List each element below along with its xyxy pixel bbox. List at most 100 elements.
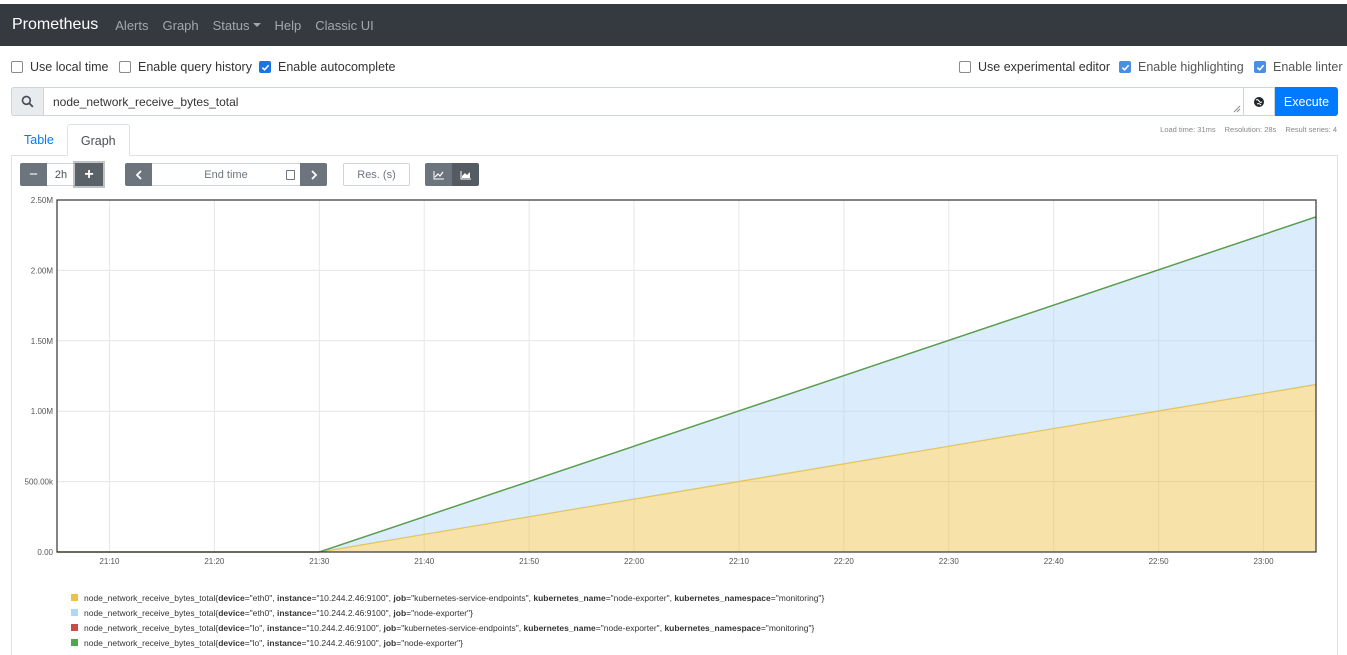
legend-label-value: "kubernetes-service-endpoints" [411,592,529,603]
graph-legend: node_network_receive_bytes_total{device=… [71,590,824,650]
x-tick-label: 22:40 [1044,557,1065,566]
legend-item[interactable]: node_network_receive_bytes_total{device=… [71,620,824,635]
search-icon [11,87,43,116]
legend-label-key: instance [267,637,302,648]
x-tick-label: 21:20 [204,557,225,566]
legend-label-key: instance [276,607,312,618]
range-input[interactable]: 2h [47,163,75,186]
previous-time-button[interactable] [125,163,152,186]
legend-metric-name: node_network_receive_bytes_total [84,622,216,633]
legend-label-value: "10.244.2.46:9100" [316,592,389,603]
next-time-button[interactable] [300,163,327,186]
enable-query-history-label: Enable query history [138,60,252,74]
calendar-icon[interactable] [286,170,295,180]
resolution-input[interactable]: Res. (s) [343,163,410,186]
y-tick-label: 500.00k [25,478,54,487]
x-tick-label: 21:40 [414,557,435,566]
stacked-button[interactable] [452,163,479,186]
legend-label-key: device [218,637,245,648]
legend-label-key: job [383,622,397,633]
enable-query-history-option[interactable]: Enable query history [119,59,252,75]
chevron-left-icon [135,169,142,180]
line-chart-icon [433,170,444,179]
execute-button[interactable]: Execute [1275,87,1338,116]
enable-linter-checkbox[interactable] [1254,61,1266,73]
y-tick-label: 2.50M [31,196,54,205]
enable-linter-option[interactable]: Enable linter [1254,59,1343,75]
x-tick-label: 22:10 [729,557,750,566]
stacking-toggle [425,163,479,186]
legend-label-value: "monitoring" [765,622,812,633]
x-tick-label: 21:50 [519,557,540,566]
legend-item[interactable]: node_network_receive_bytes_total{device=… [71,605,824,620]
nav-classic-ui[interactable]: Classic UI [315,18,374,33]
legend-label-key: kubernetes_namespace [664,622,761,633]
graph-chart[interactable]: 21:10 21:20 21:30 21:40 21:50 22:00 22:10 22:20… [20,192,1325,572]
legend-label-value: "eth0" [249,607,273,618]
legend-label-key: kubernetes_name [533,592,606,603]
legend-label-value: "eth0" [249,592,273,603]
nav-status-label: Status [212,17,250,33]
legend-label-value: "node-exporter" [610,592,670,603]
legend-swatch [71,624,78,631]
nav-alerts[interactable]: Alerts [115,18,148,33]
enable-linter-label: Enable linter [1273,60,1343,74]
checkmark-icon [261,64,269,71]
query-bar: node_network_receive_bytes_total Execute [11,87,1338,116]
tab-graph[interactable]: Graph [66,124,130,156]
enable-query-history-checkbox[interactable] [119,61,131,73]
nav-status[interactable]: Status [213,18,261,33]
legend-item[interactable]: node_network_receive_bytes_total{device=… [71,635,824,650]
x-tick-label: 21:10 [99,557,120,566]
decrease-range-button[interactable]: − [20,163,47,186]
legend-label-key: device [218,622,245,633]
legend-label-key: device [218,607,245,618]
legend-label-key: job [393,607,407,618]
y-tick-label: 0.00 [37,548,53,557]
increase-range-button[interactable]: + [75,163,103,186]
legend-label: node_network_receive_bytes_total{device=… [84,607,473,618]
resolution-stat: Resolution: 28s [1224,125,1277,134]
enable-highlighting-option[interactable]: Enable highlighting [1119,59,1244,75]
legend-item[interactable]: node_network_receive_bytes_total{device=… [71,590,824,605]
caret-down-icon [252,23,261,27]
legend-label-key: job [383,637,397,648]
enable-autocomplete-option[interactable]: Enable autocomplete [259,59,395,75]
end-time-input[interactable]: End time [152,163,300,186]
legend-label-value: "monitoring" [775,592,822,603]
result-series: Result series: 4 [1285,125,1337,134]
legend-label-value: "10.244.2.46:9100" [306,622,379,633]
use-local-time-label: Use local time [30,60,109,74]
legend-swatch [71,594,78,601]
legend-metric-name: node_network_receive_bytes_total [84,592,216,603]
legend-label-key: kubernetes_namespace [674,592,771,603]
end-time-placeholder: End time [204,168,248,181]
top-navbar: Prometheus Alerts Graph Status Help Clas… [0,4,1347,46]
unstacked-button[interactable] [425,163,452,186]
range-control: − 2h + [20,163,103,186]
legend-label-value: "node-exporter" [411,607,471,618]
nav-help[interactable]: Help [275,18,302,33]
use-experimental-editor-option[interactable]: Use experimental editor [959,59,1110,75]
enable-autocomplete-label: Enable autocomplete [278,60,396,74]
resize-grip-icon[interactable] [1233,105,1241,113]
use-local-time-option[interactable]: Use local time [11,59,109,75]
enable-autocomplete-checkbox[interactable] [259,61,271,73]
expression-text: node_network_receive_bytes_total [53,95,239,109]
brand-logo[interactable]: Prometheus [12,16,98,34]
legend-label-key: job [393,592,407,603]
use-experimental-editor-label: Use experimental editor [978,60,1111,74]
nav-graph[interactable]: Graph [163,18,199,33]
query-stats: Load time: 31ms Resolution: 28s Result s… [1160,125,1337,134]
enable-highlighting-checkbox[interactable] [1119,61,1131,73]
tab-table[interactable]: Table [11,124,67,156]
checkmark-icon [1256,64,1264,71]
use-experimental-editor-checkbox[interactable] [959,61,971,73]
expression-input[interactable]: node_network_receive_bytes_total [43,87,1244,116]
use-local-time-checkbox[interactable] [11,61,23,73]
x-tick-label: 22:50 [1149,557,1170,566]
x-tick-label: 22:00 [624,557,645,566]
legend-label-value: "lo" [249,637,263,648]
metrics-explorer-button[interactable] [1244,87,1275,116]
globe-icon [1254,96,1264,107]
